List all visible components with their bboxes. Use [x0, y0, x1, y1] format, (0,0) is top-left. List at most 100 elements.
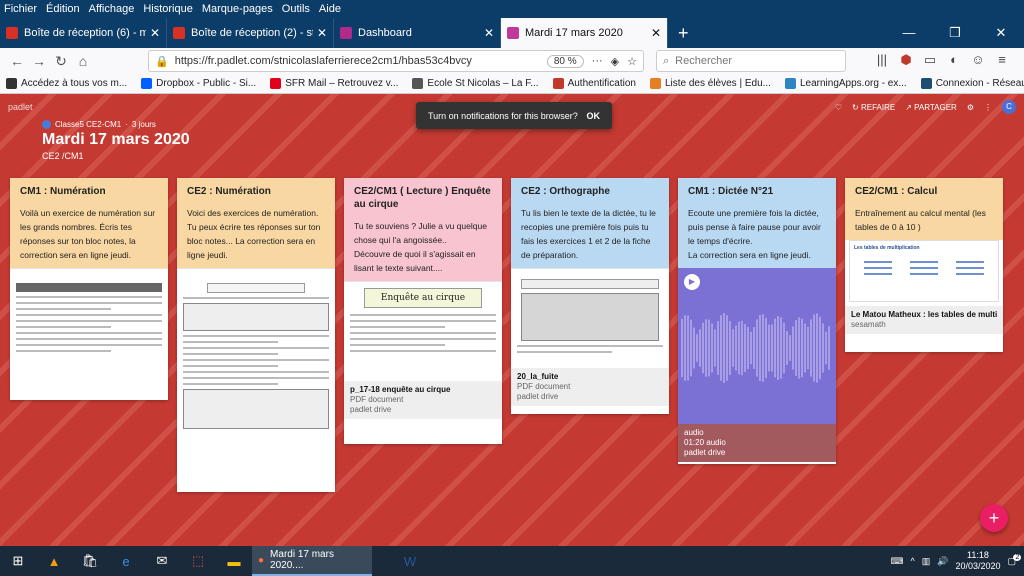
forward-icon[interactable]: →: [28, 53, 50, 69]
edge-icon[interactable]: e: [108, 546, 144, 576]
bookmark-item[interactable]: Accédez à tous vos m...: [6, 78, 127, 89]
doc-line: [16, 308, 111, 310]
settings-gear-icon[interactable]: ⚙: [967, 103, 974, 112]
notification-center-icon[interactable]: ▢ 2: [1007, 553, 1022, 567]
attachment-filename[interactable]: p_17-18 enquête au cirque: [350, 385, 496, 395]
owner-name[interactable]: Classe5 CE2-CM1: [55, 120, 121, 129]
start-icon[interactable]: ⊞: [0, 546, 36, 576]
search-input[interactable]: ⌕ Rechercher: [656, 50, 846, 72]
doc-line: [16, 320, 162, 322]
more-icon[interactable]: ···: [592, 55, 603, 67]
restore-icon[interactable]: ❐: [932, 18, 978, 48]
bookmark-star-icon[interactable]: ☆: [627, 55, 637, 68]
url-bar[interactable]: 🔒 https://fr.padlet.com/stnicolaslaferri…: [148, 50, 644, 72]
close-window-icon[interactable]: ✕: [978, 18, 1024, 48]
padlet-logo[interactable]: padlet: [8, 102, 33, 112]
link-title[interactable]: Le Matou Matheux : les tables de multipl…: [851, 310, 997, 320]
pocket-icon[interactable]: ◈: [611, 55, 619, 68]
menu-item-6[interactable]: Aide: [319, 3, 341, 15]
bookmark-item[interactable]: Authentification: [552, 78, 636, 89]
store-icon[interactable]: 🛍: [72, 546, 108, 576]
bookmark-item[interactable]: LearningApps.org - ex...: [784, 78, 907, 89]
tab-mail-1[interactable]: Boîte de réception (6) - marylen ✕: [0, 18, 167, 48]
menu-item-2[interactable]: Affichage: [89, 3, 135, 15]
close-icon[interactable]: ✕: [484, 26, 494, 40]
post-card-calcul[interactable]: CE2/CM1 : Calcul Entraînement au calcul …: [845, 178, 1003, 352]
doc-title: Enquête au cirque: [364, 288, 482, 308]
adblock-icon[interactable]: ⬢: [894, 52, 918, 68]
minimize-icon[interactable]: —: [886, 18, 932, 48]
bookmark-item[interactable]: Connexion - Réseau C...: [920, 78, 1024, 89]
vlc-icon[interactable]: ▲: [36, 546, 72, 576]
share-button[interactable]: ↗ PARTAGER: [905, 103, 957, 112]
bookmark-label: Dropbox - Public - Si...: [156, 78, 257, 89]
preview-line: [910, 261, 938, 263]
tab-padlet-active[interactable]: Mardi 17 mars 2020 ✕: [501, 18, 668, 48]
library-icon[interactable]: |||: [870, 52, 894, 68]
post-attachment-thumbnail[interactable]: [10, 268, 168, 390]
post-attachment-thumbnail[interactable]: [511, 268, 669, 368]
file-explorer-icon[interactable]: ▬: [216, 546, 252, 576]
tab-mail-2[interactable]: Boîte de réception (2) - stnicola ✕: [167, 18, 334, 48]
mail-icon[interactable]: ✉: [144, 546, 180, 576]
preview-line: [864, 261, 892, 263]
tab-dashboard[interactable]: Dashboard ✕: [334, 18, 501, 48]
chevron-up-icon[interactable]: ^: [910, 556, 914, 566]
post-card-ce2-numeration[interactable]: CE2 : Numération Voici des exercices de …: [177, 178, 335, 492]
home-icon[interactable]: ⌂: [72, 53, 94, 69]
preview-line: [956, 273, 984, 275]
language-icon[interactable]: ⌨: [890, 556, 903, 567]
reader-icon[interactable]: ▭: [918, 52, 942, 68]
remake-button[interactable]: ↻ REFAIRE: [852, 103, 895, 112]
menu-item-5[interactable]: Outils: [282, 3, 310, 15]
padlet-actions: ♡ ↻ REFAIRE ↗ PARTAGER ⚙ ⋮ C: [835, 100, 1016, 114]
volume-icon[interactable]: 🔊: [937, 556, 948, 567]
clock[interactable]: 11:18 20/03/2020: [955, 550, 1000, 572]
menu-item-1[interactable]: Édition: [46, 3, 80, 15]
doc-line: [183, 341, 278, 343]
back-icon[interactable]: ←: [6, 53, 28, 69]
menu-icon[interactable]: ≡: [990, 52, 1014, 68]
bookmark-item[interactable]: SFR Mail – Retrouvez v...: [270, 78, 398, 89]
menu-item-0[interactable]: Fichier: [4, 3, 37, 15]
post-card-lecture[interactable]: CE2/CM1 ( Lecture ) Enquête au cirque Tu…: [344, 178, 502, 444]
zoom-level[interactable]: 80 %: [546, 54, 584, 68]
account-icon[interactable]: ☺: [966, 52, 990, 68]
notification-ok-button[interactable]: OK: [587, 111, 601, 121]
post-attachment-thumbnail[interactable]: Enquête au cirque: [344, 281, 502, 381]
extension-icon[interactable]: ◐: [942, 52, 966, 68]
bookmark-item[interactable]: Dropbox - Public - Si...: [141, 78, 256, 89]
doc-line: [350, 320, 496, 322]
post-card-orthographe[interactable]: CE2 : Orthographe Tu lis bien le texte d…: [511, 178, 669, 414]
link-preview-thumbnail[interactable]: Les tables de multiplication: [849, 240, 999, 302]
reload-icon[interactable]: ↻: [50, 53, 72, 70]
more-vertical-icon[interactable]: ⋮: [984, 103, 992, 112]
bookmark-item[interactable]: Liste des élèves | Edu...: [649, 78, 771, 89]
close-icon[interactable]: ✕: [150, 26, 160, 40]
url-text[interactable]: https://fr.padlet.com/stnicolaslaferrier…: [175, 55, 547, 67]
avatar[interactable]: C: [1002, 100, 1016, 114]
close-icon[interactable]: ✕: [651, 26, 661, 40]
attachment-filename[interactable]: 20_la_fuite: [517, 372, 663, 382]
attachment-filename[interactable]: audio: [684, 428, 830, 438]
post-card-cm1-numeration[interactable]: CM1 : Numération Voilà un exercice de nu…: [10, 178, 168, 400]
post-attachment-thumbnail[interactable]: [177, 268, 335, 492]
new-tab-button[interactable]: +: [668, 18, 699, 48]
post-description: Ecoute une première fois la dictée, puis…: [688, 208, 821, 260]
heart-icon[interactable]: ♡: [835, 103, 842, 112]
owner-avatar: [42, 120, 51, 129]
menu-item-3[interactable]: Historique: [143, 3, 193, 15]
doc-line: [350, 338, 496, 340]
search-icon: ⌕: [663, 54, 670, 67]
bookmark-item[interactable]: Ecole St Nicolas – La F...: [412, 78, 539, 89]
audio-player[interactable]: ▶: [678, 268, 836, 424]
network-icon[interactable]: ▥: [922, 556, 931, 567]
taskbar-firefox-task[interactable]: ● Mardi 17 mars 2020....: [252, 546, 372, 576]
tab-label: Boîte de réception (6) - marylen: [24, 27, 146, 39]
acrobat-icon[interactable]: ⬚: [180, 546, 216, 576]
post-card-dictee[interactable]: CM1 : Dictée N°21 Ecoute une première fo…: [678, 178, 836, 464]
add-post-button[interactable]: +: [980, 504, 1008, 532]
word-icon[interactable]: W: [392, 546, 428, 576]
menu-item-4[interactable]: Marque-pages: [202, 3, 273, 15]
close-icon[interactable]: ✕: [317, 26, 327, 40]
